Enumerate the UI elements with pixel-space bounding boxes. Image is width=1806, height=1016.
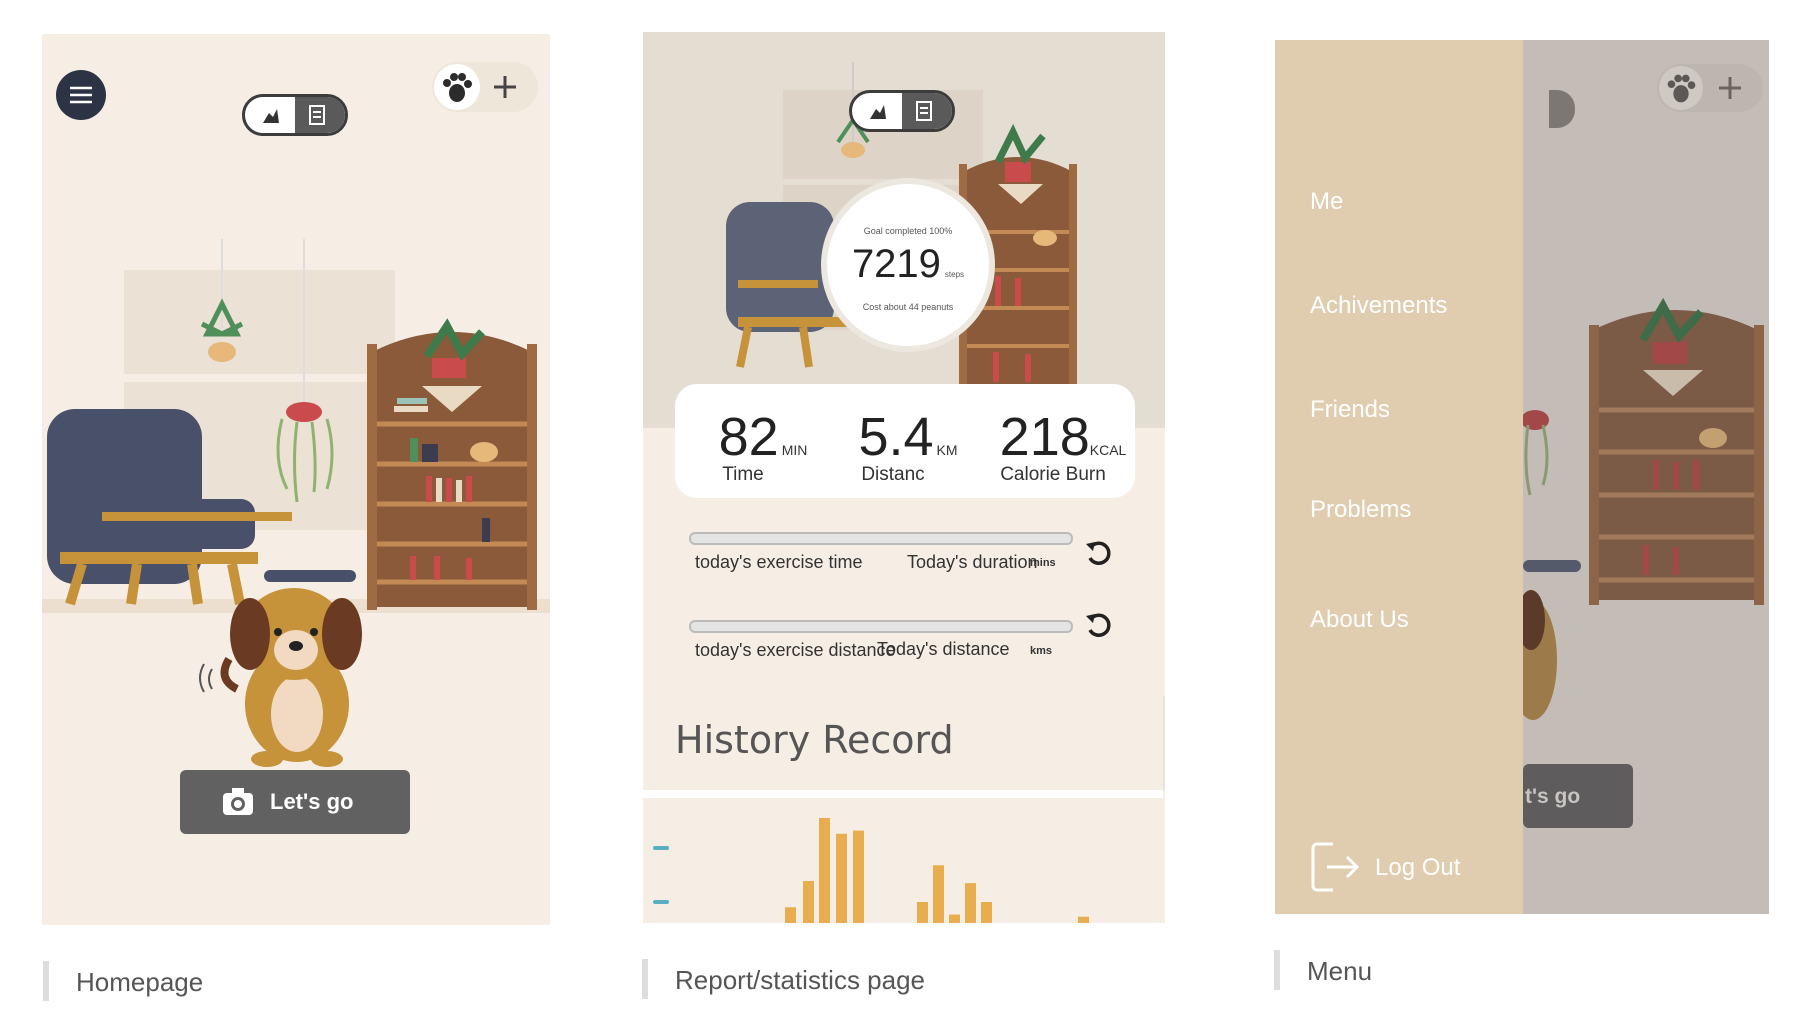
refresh-icon[interactable] xyxy=(1083,610,1113,640)
steps-unit: steps xyxy=(944,270,965,279)
report-mode-toggle[interactable] xyxy=(849,90,955,132)
paw-button[interactable] xyxy=(434,64,480,110)
caption-homepage: Homepage xyxy=(43,961,203,1001)
exercise-distance-overlay: Today's distance xyxy=(877,639,1010,659)
side-menu-drawer: Me Achivements Friends Problems About Us… xyxy=(1275,40,1523,914)
mode-toggle[interactable] xyxy=(242,94,348,136)
history-bar xyxy=(981,902,992,923)
history-bar xyxy=(965,883,976,923)
hamburger-icon xyxy=(70,86,92,104)
report-icon xyxy=(309,105,325,125)
menu-item-problems[interactable]: Problems xyxy=(1310,496,1411,524)
exercise-distance-progress[interactable] xyxy=(689,620,1073,633)
exercise-time-overlay: Today's duration xyxy=(907,552,1038,572)
dimmed-room-illustration xyxy=(1523,90,1764,828)
camera-icon xyxy=(223,788,253,815)
report-screen: Goal completed 100% 7219 steps Cost about… xyxy=(643,32,1165,923)
lets-go-button[interactable]: Let's go xyxy=(180,770,410,834)
steps-value: 7219 xyxy=(851,242,941,286)
logout-button[interactable]: Log Out xyxy=(1311,840,1511,896)
paw-icon xyxy=(443,73,472,102)
menu-item-about-us[interactable]: About Us xyxy=(1310,606,1409,634)
history-bar xyxy=(917,902,928,923)
history-section: History Record xyxy=(643,696,1165,790)
goal-completed-text: Goal completed 100% xyxy=(863,226,953,236)
paw-add-control xyxy=(432,62,538,112)
stat-distance: 5.4 KM Distanc xyxy=(858,407,958,485)
stat-time: 82 MIN Time xyxy=(718,407,808,485)
history-bar xyxy=(819,818,830,923)
logout-icon xyxy=(1311,842,1360,892)
dog-walk-icon xyxy=(870,105,886,119)
exercise-distance-label: today's exercise distance xyxy=(695,640,896,660)
dimmed-paw-add xyxy=(1657,64,1763,112)
stats-card: 82 MIN Time 5.4 KM Distanc 218KCAL Calorie… xyxy=(675,384,1135,498)
add-icon xyxy=(1719,77,1741,99)
history-title: History Record xyxy=(675,718,954,762)
history-bar xyxy=(853,830,864,923)
lets-go-label: Let's go xyxy=(270,789,354,814)
add-icon[interactable] xyxy=(492,74,518,100)
dimmed-lets-go-label: t's go xyxy=(1525,785,1581,808)
steps-goal-circle: Goal completed 100% 7219 steps Cost about… xyxy=(821,178,995,352)
logout-label: Log Out xyxy=(1375,854,1461,881)
refresh-icon[interactable] xyxy=(1083,538,1113,568)
history-bar xyxy=(803,881,814,923)
homepage-screen: Let's go xyxy=(42,34,550,925)
history-chart-area xyxy=(643,798,1163,923)
cost-text: Cost about 44 peanuts xyxy=(862,302,954,312)
report-icon xyxy=(916,101,932,121)
exercise-time-label: today's exercise time xyxy=(695,552,863,572)
dog-walk-icon xyxy=(263,109,279,123)
menu-item-achievements[interactable]: Achivements xyxy=(1310,292,1447,320)
menu-item-friends[interactable]: Friends xyxy=(1310,396,1390,424)
caption-menu: Menu xyxy=(1274,950,1372,990)
exercise-time-progress[interactable] xyxy=(689,532,1073,545)
history-bar xyxy=(933,865,944,923)
menu-item-me[interactable]: Me xyxy=(1310,188,1343,216)
exercise-time-unit: mins xyxy=(1030,557,1056,569)
history-bar-chart xyxy=(653,818,1089,923)
menu-screen: t's go Me Achivements Friends Problems A… xyxy=(1275,40,1769,914)
caption-report: Report/statistics page xyxy=(642,959,925,999)
history-bar xyxy=(949,914,960,923)
paw-icon xyxy=(1667,74,1696,103)
exercise-distance-unit: kms xyxy=(1030,645,1053,657)
menu-button[interactable] xyxy=(56,70,106,120)
history-bar xyxy=(785,907,796,923)
history-axis-marker xyxy=(653,900,669,904)
history-bar xyxy=(836,833,847,923)
history-axis-marker xyxy=(653,846,669,850)
history-bar xyxy=(1078,916,1089,923)
stat-calorie: 218KCAL Calorie Burn xyxy=(999,407,1127,485)
